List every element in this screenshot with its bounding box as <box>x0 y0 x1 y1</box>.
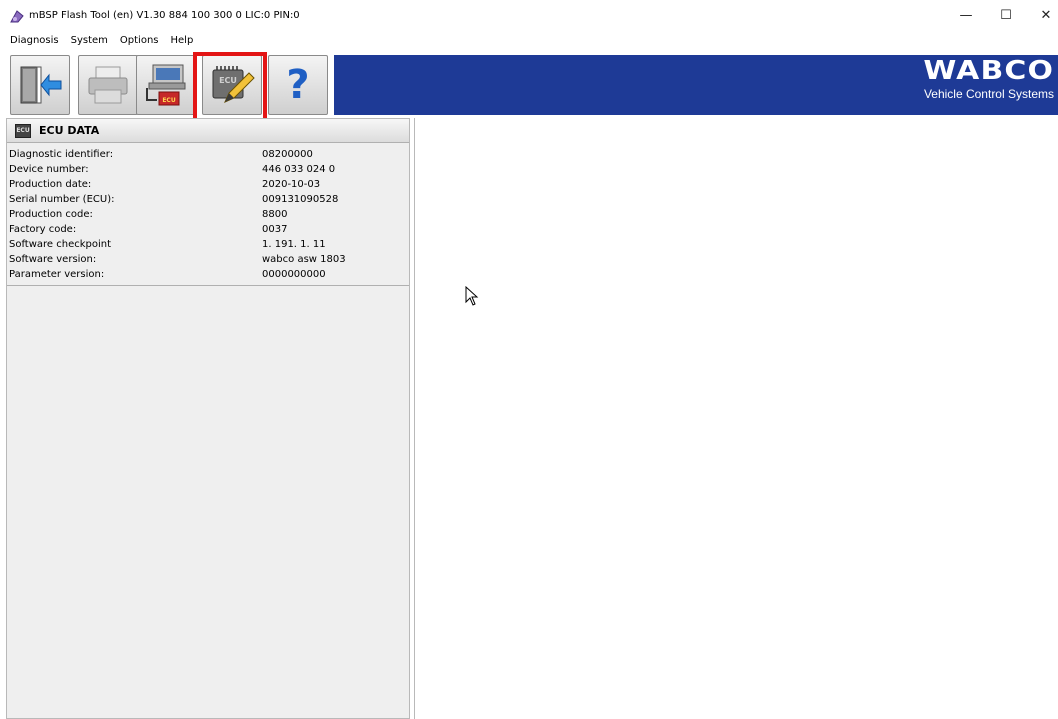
menu-system[interactable]: System <box>69 35 110 46</box>
print-button[interactable] <box>78 55 138 115</box>
wabco-logo: WABCO Vehicle Control Systems <box>923 56 1054 102</box>
data-label: Production code: <box>9 209 93 220</box>
menu-diagnosis[interactable]: Diagnosis <box>8 35 61 46</box>
data-value: 1. 191. 1. 11 <box>262 239 326 250</box>
ecu-edit-button[interactable]: ECU <box>202 55 262 115</box>
maximize-button[interactable]: ☐ <box>986 4 1026 26</box>
data-label: Production date: <box>9 179 92 190</box>
data-value: wabco asw 1803 <box>262 254 346 265</box>
help-button[interactable]: ? <box>268 55 328 115</box>
exit-button[interactable] <box>10 55 70 115</box>
data-value: 08200000 <box>262 149 313 160</box>
printer-icon <box>88 66 128 104</box>
data-row: Diagnostic identifier: 08200000 <box>9 147 409 162</box>
panel-title: ECU DATA <box>39 124 100 137</box>
minimize-button[interactable]: — <box>946 4 986 26</box>
window-title: mBSP Flash Tool (en) V1.30 884 100 300 0… <box>29 10 300 21</box>
data-label: Software version: <box>9 254 97 265</box>
connect-ecu-button[interactable]: ECU <box>136 55 196 115</box>
data-label: Parameter version: <box>9 269 105 280</box>
mouse-cursor-icon <box>465 286 479 306</box>
connect-ecu-chip-label: ECU <box>162 97 176 104</box>
ecu-edit-icon: ECU <box>212 66 255 103</box>
logo-subtitle: Vehicle Control Systems <box>923 87 1054 101</box>
data-value: 0000000000 <box>262 269 326 280</box>
ecu-chip-icon: ECU <box>15 123 31 138</box>
data-row: Serial number (ECU): 009131090528 <box>9 192 409 207</box>
ecu-data-list: Diagnostic identifier: 08200000 Device nu… <box>7 143 409 286</box>
logo-word: WABCO <box>923 56 1054 86</box>
data-label: Device number: <box>9 164 89 175</box>
main-content-area[interactable] <box>414 118 1058 719</box>
menu-bar: Diagnosis System Options Help <box>0 32 1058 49</box>
title-bar: mBSP Flash Tool (en) V1.30 884 100 300 0… <box>0 0 1058 32</box>
ecu-data-panel: ECU ECU DATA Diagnostic identifier: 08200… <box>6 118 410 719</box>
toolbar: ECU ECU ? WABCO Vehicle Control Systems <box>0 50 1058 122</box>
data-row: Factory code: 0037 <box>9 222 409 237</box>
data-row: Software checkpoint 1. 191. 1. 11 <box>9 237 409 252</box>
question-mark-icon: ? <box>286 62 310 108</box>
data-label: Factory code: <box>9 224 77 235</box>
menu-help[interactable]: Help <box>169 35 196 46</box>
data-row: Production code: 8800 <box>9 207 409 222</box>
data-row: Parameter version: 0000000000 <box>9 267 409 282</box>
data-value: 8800 <box>262 209 288 220</box>
data-value: 446 033 024 0 <box>262 164 336 175</box>
app-icon <box>10 10 24 23</box>
data-row: Device number: 446 033 024 0 <box>9 162 409 177</box>
data-label: Diagnostic identifier: <box>9 149 114 160</box>
data-value: 009131090528 <box>262 194 339 205</box>
pc-ecu-connection-icon: ECU <box>146 64 186 106</box>
ecu-data-header: ECU ECU DATA <box>7 119 409 143</box>
data-value: 0037 <box>262 224 288 235</box>
menu-options[interactable]: Options <box>118 35 161 46</box>
data-label: Software checkpoint <box>9 239 112 250</box>
data-row: Production date: 2020-10-03 <box>9 177 409 192</box>
data-value: 2020-10-03 <box>262 179 321 190</box>
data-label: Serial number (ECU): <box>9 194 115 205</box>
exit-door-icon <box>20 66 62 104</box>
ecu-edit-chip-label: ECU <box>219 76 237 85</box>
data-row: Software version: wabco asw 1803 <box>9 252 409 267</box>
close-button[interactable]: ✕ <box>1026 4 1058 26</box>
